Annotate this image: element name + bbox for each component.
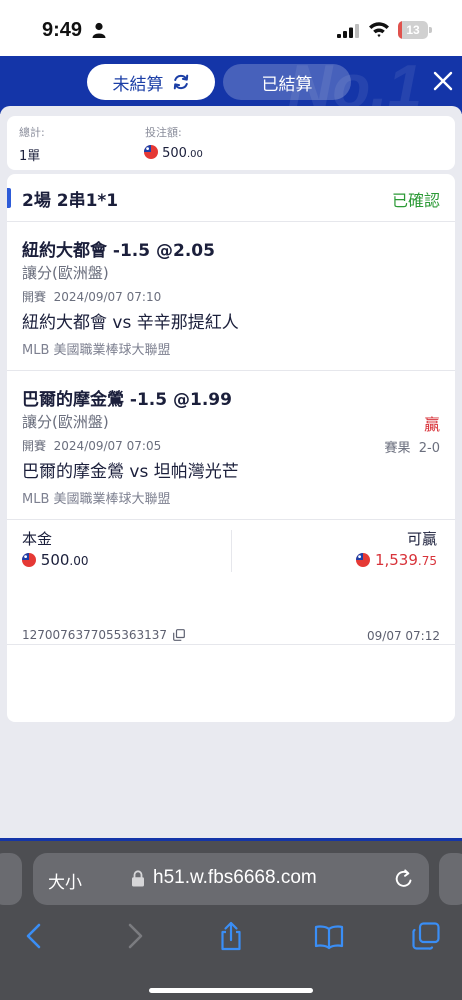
close-icon[interactable] — [432, 70, 454, 92]
battery-icon: 13 — [398, 21, 432, 39]
tabs-icon[interactable] — [411, 921, 441, 951]
ticket-id-value: 1270076377055363137 — [22, 628, 168, 642]
battery-level: 13 — [406, 23, 420, 37]
flag-icon — [144, 145, 158, 159]
tab-unsettled[interactable]: 未結算 — [87, 64, 215, 100]
status-time: 9:49 — [42, 19, 83, 41]
copy-icon[interactable] — [173, 629, 185, 641]
ticket-id: 1270076377055363137 — [22, 628, 185, 642]
signal-icon — [337, 24, 359, 38]
browser-toolbar: 大小 h51.w.fbs6668.com — [0, 838, 462, 1000]
stake-decimal: .00 — [186, 149, 203, 160]
back-icon[interactable] — [19, 921, 49, 951]
previous-tab[interactable] — [0, 853, 22, 905]
home-indicator[interactable] — [149, 988, 313, 993]
stake-value: 500 — [162, 146, 187, 161]
bet-card[interactable]: 2場 2串1*1 已確認 紐約大都會 -1.5 @2.05 讓分(歐洲盤) 開賽… — [7, 174, 455, 722]
reload-icon[interactable] — [393, 868, 415, 890]
lock-icon — [132, 870, 144, 887]
wifi-icon — [369, 22, 389, 38]
text-size-button[interactable]: 大小 — [48, 868, 82, 893]
placed-time: 09/07 07:12 — [367, 629, 440, 643]
ticket-row: 1270076377055363137 09/07 07:12 — [7, 174, 455, 706]
person-icon — [92, 22, 106, 38]
share-icon[interactable] — [216, 921, 246, 951]
total-label: 總計: — [19, 126, 45, 139]
summary-card: 總計: 1單 投注額: 500.00 — [7, 116, 455, 170]
total-value: 1單 — [19, 149, 41, 164]
url-text[interactable]: h51.w.fbs6668.com — [153, 867, 317, 889]
tab-settled[interactable]: 已結算 — [223, 64, 351, 100]
stake-label: 投注額: — [145, 126, 182, 139]
tab-unsettled-label: 未結算 — [112, 74, 164, 95]
stake-amount: 500.00 — [144, 145, 203, 161]
address-bar[interactable]: 大小 h51.w.fbs6668.com — [33, 853, 429, 905]
next-tab[interactable] — [439, 853, 462, 905]
forward-icon[interactable] — [120, 921, 150, 951]
refresh-icon[interactable] — [172, 73, 190, 91]
tab-settled-label: 已結算 — [261, 74, 313, 95]
status-bar: 9:49 13 — [0, 0, 462, 56]
main-content: 總計: 1單 投注額: 500.00 2場 2串1*1 已確認 紐約大都會 -1… — [0, 106, 462, 840]
bookmarks-icon[interactable] — [314, 921, 344, 951]
